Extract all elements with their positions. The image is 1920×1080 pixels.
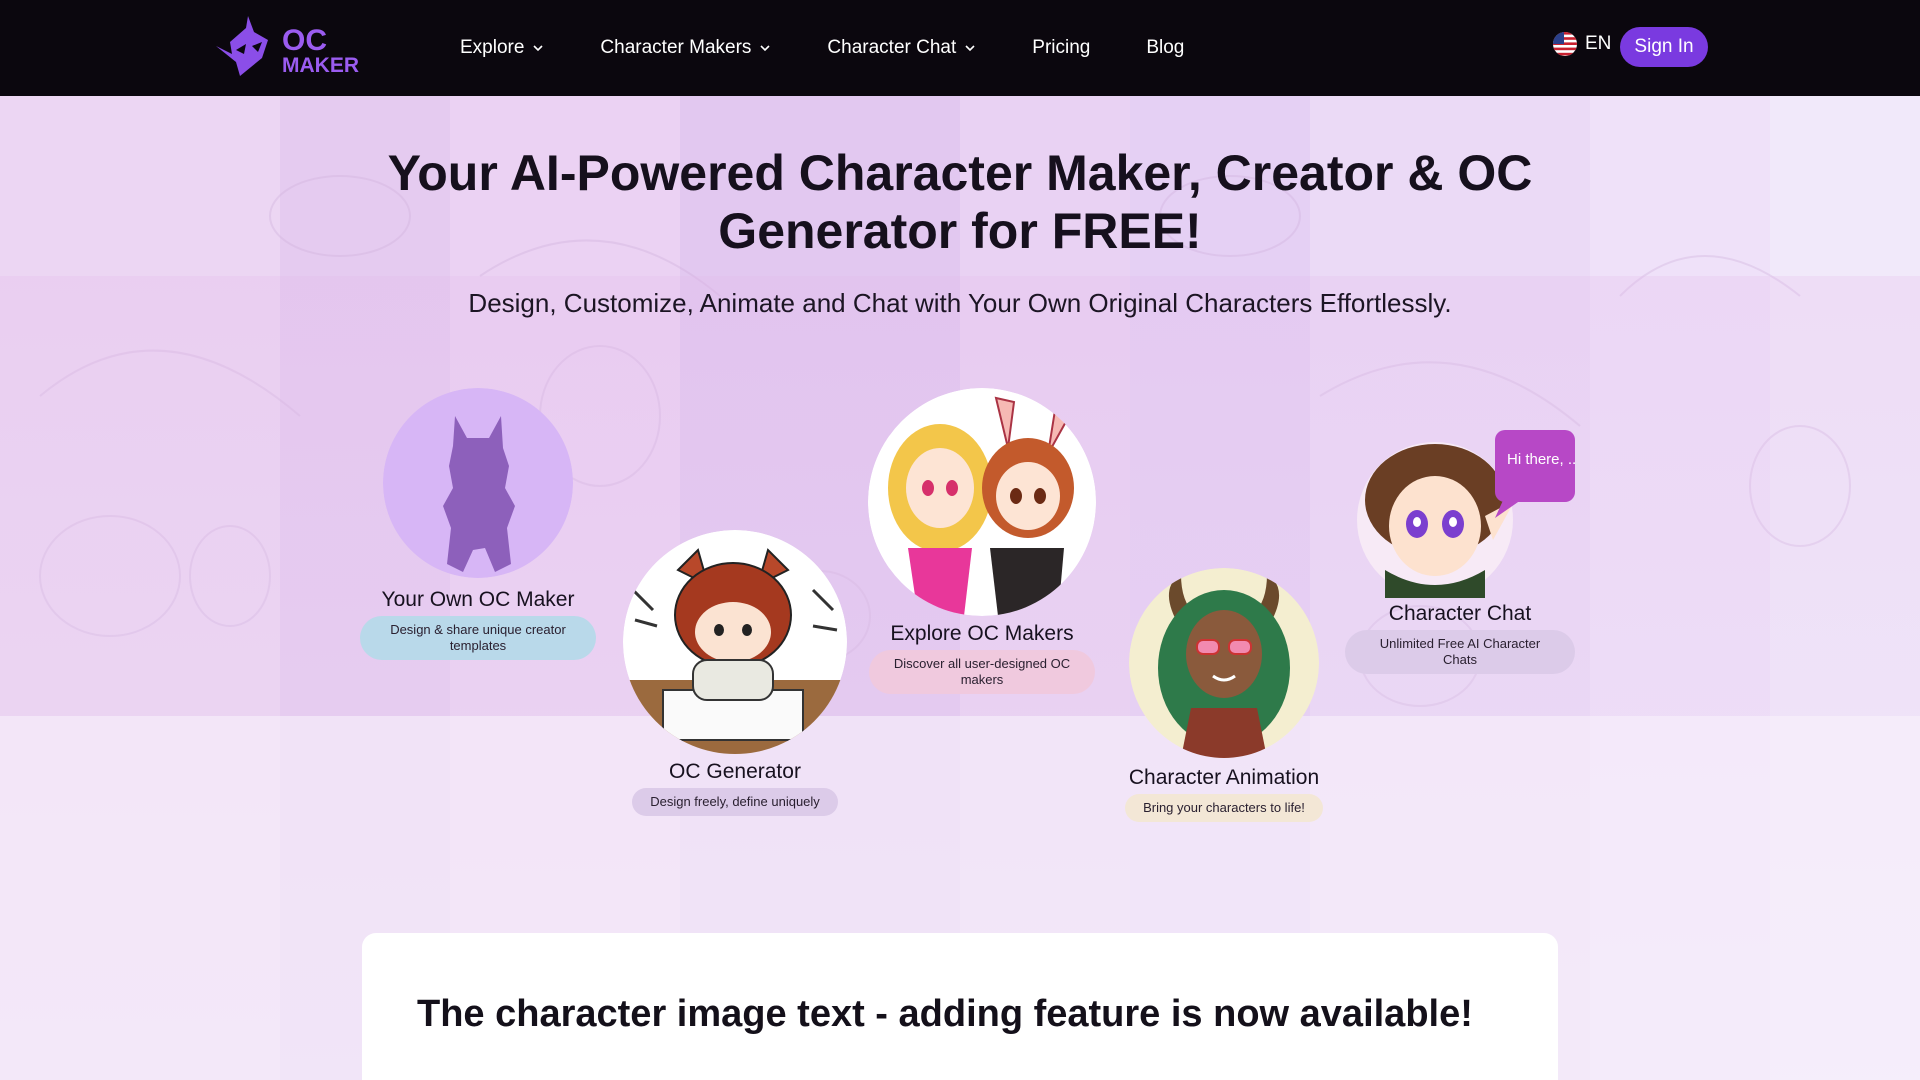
oc-maker-logo[interactable]: OC MAKER <box>210 14 370 80</box>
svg-text:MAKER: MAKER <box>282 54 359 77</box>
language-label: EN <box>1585 33 1612 54</box>
chevron-down-icon <box>533 45 543 52</box>
nav-character-chat-label: Character Chat <box>827 37 957 58</box>
sign-in-button[interactable]: Sign In <box>1620 27 1708 67</box>
feature-description: Design freely, define uniquely <box>632 788 838 816</box>
us-flag-icon <box>1553 32 1577 56</box>
feature-title: Character Chat <box>1388 602 1532 625</box>
hero-subtitle: Design, Customize, Animate and Chat with… <box>468 288 1452 318</box>
feature-title: Character Animation <box>1128 766 1320 789</box>
announcement-panel: The character image text - adding featur… <box>362 933 1558 1080</box>
language-selector[interactable]: EN <box>1553 32 1611 56</box>
nav-character-makers[interactable]: Character Makers <box>600 37 771 59</box>
feature-card-character-chat[interactable]: Hi there, ...... Character Chat Unlimite… <box>1345 430 1575 674</box>
two-girls-image <box>868 388 1096 616</box>
main-menu: Explore Character Makers Character Chat … <box>460 30 1184 66</box>
nav-blog-label: Blog <box>1146 37 1185 58</box>
chat-bubble-text: Hi there, ...... <box>1507 451 1575 468</box>
feature-card-oc-maker[interactable]: Your Own OC Maker Design & share unique … <box>360 388 596 660</box>
svg-text:OC: OC <box>282 24 327 57</box>
feature-description: Design & share unique creator templates <box>360 616 596 660</box>
chevron-down-icon <box>965 45 975 52</box>
feature-card-explore-oc-makers[interactable]: Explore OC Makers Discover all user-desi… <box>868 388 1096 694</box>
chevron-down-icon <box>760 45 770 52</box>
feature-description: Unlimited Free AI Character Chats <box>1345 630 1575 674</box>
drawing-cat-girl-image <box>623 530 847 754</box>
feature-card-character-animation[interactable]: Character Animation Bring your character… <box>1110 568 1338 822</box>
chat-girl-image: Hi there, ...... <box>1357 430 1575 598</box>
feature-description: Discover all user-designed OC makers <box>869 650 1095 694</box>
announcement-title: The character image text - adding featur… <box>417 993 1473 1035</box>
feature-card-oc-generator[interactable]: OC Generator Design freely, define uniqu… <box>615 530 855 816</box>
feature-title: Your Own OC Maker <box>381 588 575 611</box>
nav-pricing-label: Pricing <box>1032 37 1091 58</box>
nav-explore-label: Explore <box>460 37 525 58</box>
horned-girl-image <box>1129 568 1319 758</box>
nav-explore[interactable]: Explore <box>460 37 544 59</box>
nav-character-makers-label: Character Makers <box>600 37 752 58</box>
silhouette-icon <box>383 388 573 578</box>
feature-title: OC Generator <box>669 760 801 783</box>
hero-title: Your AI-Powered Character Maker, Creator… <box>387 145 1533 259</box>
nav-pricing[interactable]: Pricing <box>1032 37 1090 59</box>
top-navbar: OC MAKER Explore Character Makers Charac… <box>0 0 1920 96</box>
feature-title: Explore OC Makers <box>890 622 1074 645</box>
nav-character-chat[interactable]: Character Chat <box>827 37 976 59</box>
nav-blog[interactable]: Blog <box>1146 37 1184 59</box>
feature-description: Bring your characters to life! <box>1125 794 1323 822</box>
